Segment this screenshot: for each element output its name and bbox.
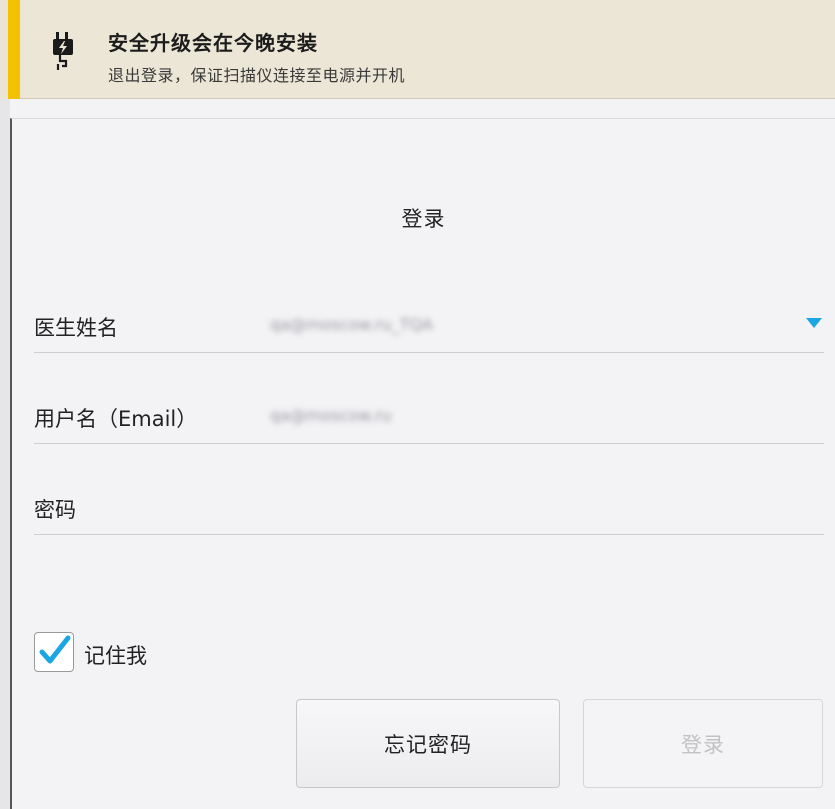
login-panel: 登录 医生姓名 qa@moscow.ru_TQA 用户名（Email） qa@m…	[10, 118, 835, 809]
password-field[interactable]: 密码	[34, 488, 824, 535]
username-field[interactable]: 用户名（Email） qa@moscow.ru	[34, 397, 824, 444]
username-value[interactable]: qa@moscow.ru	[270, 406, 392, 425]
login-title: 登录	[401, 207, 446, 231]
doctor-name-value: qa@moscow.ru_TQA	[270, 315, 433, 334]
remember-me-label[interactable]: 记住我	[84, 640, 147, 670]
chevron-down-icon[interactable]	[806, 318, 822, 328]
password-label: 密码	[34, 498, 76, 522]
banner-edge	[0, 0, 8, 99]
forgot-password-button[interactable]: 忘记密码	[296, 699, 560, 788]
login-button[interactable]: 登录	[583, 699, 823, 788]
banner-subtitle: 退出登录，保证扫描仪连接至电源并开机	[108, 66, 406, 85]
upgrade-notification-banner: 安全升级会在今晚安装 退出登录，保证扫描仪连接至电源并开机	[0, 0, 835, 99]
window-edge	[0, 99, 10, 809]
username-label: 用户名（Email）	[34, 407, 198, 431]
doctor-name-label: 医生姓名	[34, 316, 118, 340]
remember-me-checkbox[interactable]	[34, 632, 74, 672]
banner-accent-stripe	[8, 0, 20, 99]
banner-title: 安全升级会在今晚安装	[108, 31, 318, 55]
login-screen: 安全升级会在今晚安装 退出登录，保证扫描仪连接至电源并开机 登录 医生姓名 qa…	[0, 0, 835, 809]
plug-icon	[52, 30, 74, 78]
checkmark-icon	[39, 635, 71, 664]
doctor-name-field[interactable]: 医生姓名 qa@moscow.ru_TQA	[34, 306, 824, 353]
